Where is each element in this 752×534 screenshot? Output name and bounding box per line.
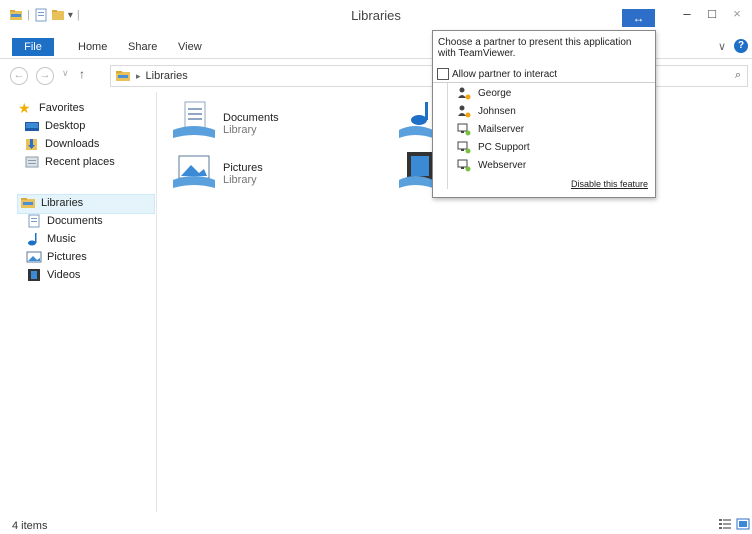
partner-mailserver[interactable]: Mailserver <box>457 123 524 136</box>
partner-pc-support[interactable]: PC Support <box>457 141 530 154</box>
documents-icon <box>28 214 40 228</box>
library-tile-pictures[interactable]: Pictures Library <box>171 150 263 192</box>
music-icon <box>28 233 37 246</box>
partner-george[interactable]: George <box>457 87 511 100</box>
nav-item-music[interactable]: Music <box>26 232 76 246</box>
computer-online-icon <box>457 159 471 172</box>
recent-places-icon <box>25 156 39 168</box>
star-icon: ★ <box>18 100 31 116</box>
documents-library-icon <box>173 101 215 138</box>
nav-item-videos[interactable]: Videos <box>26 268 80 282</box>
tile-name: Documents <box>223 112 279 124</box>
recent-locations-icon[interactable]: ∨ <box>62 68 69 79</box>
nav-item-pictures[interactable]: Pictures <box>26 250 87 264</box>
teamviewer-partner-popup: Choose a partner to present this applica… <box>432 30 656 198</box>
allow-interact-label: Allow partner to interact <box>452 68 558 80</box>
nav-item-downloads[interactable]: Downloads <box>24 137 99 151</box>
maximize-button[interactable]: □ <box>701 6 723 24</box>
back-button[interactable]: ← <box>10 67 28 85</box>
partner-johnsen[interactable]: Johnsen <box>457 105 516 118</box>
help-icon[interactable]: ? <box>734 39 748 53</box>
tab-file[interactable]: File <box>12 38 54 56</box>
tile-subtitle: Library <box>223 174 257 186</box>
allow-interact-option[interactable]: Allow partner to interact <box>437 68 557 80</box>
user-away-icon <box>458 105 471 118</box>
popup-heading: Choose a partner to present this applica… <box>438 37 632 59</box>
pictures-icon <box>26 251 42 263</box>
details-view-icon[interactable] <box>718 518 732 530</box>
nav-item-favorites[interactable]: ★ Favorites <box>18 101 84 115</box>
tab-home[interactable]: Home <box>78 41 107 53</box>
nav-item-recent-places[interactable]: Recent places <box>24 155 115 169</box>
view-buttons <box>718 518 750 530</box>
teamviewer-share-button[interactable]: ↔ <box>622 9 655 27</box>
divider <box>447 83 448 189</box>
user-away-icon <box>458 87 471 100</box>
up-button[interactable]: ↑ <box>79 67 85 81</box>
large-icons-view-icon[interactable] <box>736 518 750 530</box>
tab-share[interactable]: Share <box>128 41 157 53</box>
navigation-pane: ★ Favorites Desktop Downloads Recent pla… <box>0 92 157 512</box>
pictures-library-icon <box>173 155 215 188</box>
music-library-icon[interactable] <box>397 100 433 142</box>
divider <box>433 82 655 83</box>
computer-online-icon <box>457 141 471 154</box>
tile-name: Pictures <box>223 162 263 174</box>
search-icon[interactable]: ⌕ <box>735 69 741 82</box>
allow-interact-checkbox[interactable] <box>437 68 449 80</box>
desktop-icon <box>25 122 39 131</box>
expand-ribbon-icon[interactable]: ∨ <box>718 40 726 53</box>
forward-button[interactable]: → <box>36 67 54 85</box>
tile-subtitle: Library <box>223 124 257 136</box>
breadcrumb-libraries[interactable]: Libraries <box>146 70 188 82</box>
partner-webserver[interactable]: Webserver <box>457 159 526 172</box>
library-tile-documents[interactable]: Documents Library <box>171 100 279 142</box>
disable-feature-link[interactable]: Disable this feature <box>571 179 648 189</box>
status-item-count: 4 items <box>12 520 48 532</box>
tab-view[interactable]: View <box>178 41 202 53</box>
nav-item-documents[interactable]: Documents <box>26 214 103 228</box>
downloads-icon <box>26 139 37 150</box>
breadcrumb-separator: ▸ <box>136 70 141 81</box>
libraries-icon <box>116 71 130 81</box>
nav-item-desktop[interactable]: Desktop <box>24 119 85 133</box>
libraries-icon <box>21 198 35 208</box>
minimize-button[interactable]: – <box>676 6 698 24</box>
close-button[interactable]: × <box>726 6 748 24</box>
title-bar: | ▾ | Libraries ↔ – □ × <box>0 0 752 34</box>
nav-item-libraries[interactable]: Libraries <box>20 196 83 210</box>
computer-online-icon <box>457 123 471 136</box>
videos-icon <box>28 269 40 281</box>
videos-library-icon[interactable] <box>397 150 433 192</box>
